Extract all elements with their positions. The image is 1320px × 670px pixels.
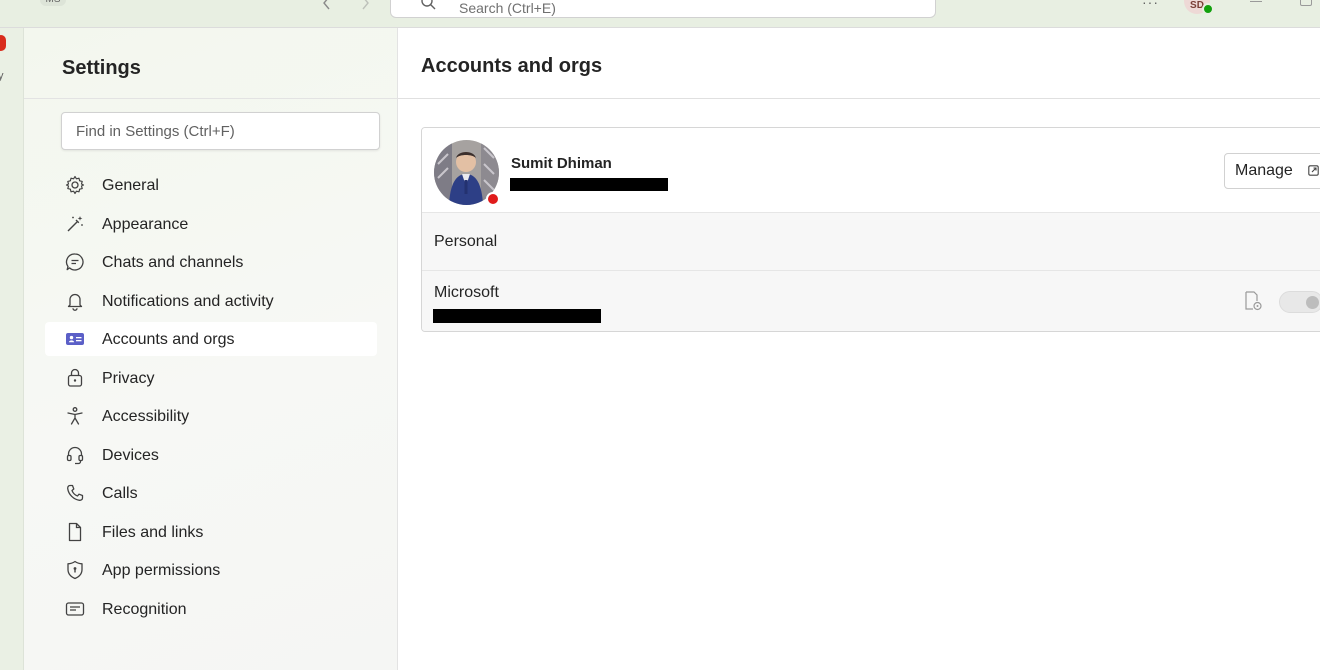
sidebar-item-appearance[interactable]: Appearance — [45, 207, 377, 241]
bell-icon — [67, 293, 83, 311]
sidebar-item-label: App permissions — [102, 562, 221, 579]
sidebar-item-label: Chats and channels — [102, 254, 244, 271]
available-status-icon — [1202, 3, 1214, 15]
sidebar-item-label: Calls — [102, 485, 138, 502]
contact-card-icon — [66, 333, 84, 345]
gear-icon — [65, 175, 85, 195]
title-bar: MS Search (Ctrl+E) ··· SD — [0, 0, 1320, 28]
sidebar-item-label: Privacy — [102, 369, 155, 387]
page-title: Accounts and orgs — [421, 55, 603, 77]
app-rail: y — [0, 28, 24, 670]
sidebar-item-label: Appearance — [102, 215, 189, 233]
chat-icon — [65, 253, 84, 271]
magic-wand-icon — [67, 215, 83, 231]
account-header: Sumit Dhiman Manage — [422, 128, 1320, 212]
redacted-email — [510, 178, 668, 191]
maximize-button[interactable] — [1300, 0, 1312, 6]
sidebar-item-label: General — [102, 177, 159, 194]
toggle-knob — [1306, 296, 1319, 309]
account-name: Sumit Dhiman — [511, 155, 612, 172]
more-options-icon[interactable]: ··· — [1142, 0, 1159, 10]
sidebar-item-label: Accounts and orgs — [102, 331, 235, 348]
forward-arrow-icon[interactable] — [358, 0, 372, 10]
sidebar-item-devices[interactable]: Devices — [45, 438, 377, 472]
divider — [24, 98, 398, 99]
minimize-button[interactable] — [1250, 0, 1262, 2]
phone-icon — [67, 484, 84, 501]
back-arrow-icon[interactable] — [320, 0, 334, 10]
sidebar-item-accounts-and-orgs[interactable]: Accounts and orgs — [45, 322, 377, 356]
account-card: Sumit Dhiman Manage Personal Microsoft — [421, 127, 1320, 332]
global-search-box[interactable]: Search (Ctrl+E) — [390, 0, 936, 18]
sidebar-item-label: Recognition — [102, 600, 187, 618]
settings-nav: General Appearance Chats and channels No… — [45, 168, 377, 630]
settings-search-input[interactable] — [61, 112, 380, 150]
org-label: Personal — [434, 233, 498, 250]
main-content: Accounts and orgs Sumit Dhiman Manage Pe… — [398, 28, 1320, 670]
sidebar-item-label: Devices — [102, 446, 159, 464]
sidebar-item-privacy[interactable]: Privacy — [45, 361, 377, 395]
headset-icon — [66, 446, 84, 464]
org-row-personal[interactable]: Personal — [422, 212, 1320, 270]
shield-icon — [67, 560, 83, 580]
device-settings-icon[interactable] — [1243, 290, 1263, 312]
sidebar-item-accessibility[interactable]: Accessibility — [45, 399, 377, 433]
sidebar-item-recognition[interactable]: Recognition — [45, 592, 377, 626]
sidebar-item-label: Notifications and activity — [102, 292, 274, 310]
redacted-org-email — [433, 309, 601, 323]
global-search-placeholder: Search (Ctrl+E) — [459, 0, 556, 16]
settings-sidebar: Settings General Appearance Chats and ch… — [24, 28, 398, 670]
org-toggle[interactable] — [1279, 291, 1320, 313]
notification-dot-icon — [0, 35, 6, 51]
sidebar-item-label: Files and links — [102, 523, 204, 541]
sidebar-item-general[interactable]: General — [45, 168, 377, 202]
org-row-microsoft[interactable]: Microsoft — [422, 270, 1320, 331]
search-icon — [421, 0, 436, 10]
open-external-icon — [1308, 165, 1319, 176]
manage-account-button[interactable]: Manage — [1224, 153, 1320, 189]
sidebar-item-label: Accessibility — [102, 408, 190, 425]
rail-item-label[interactable]: y — [0, 70, 4, 82]
divider — [398, 98, 1320, 99]
sidebar-item-app-permissions[interactable]: App permissions — [45, 553, 377, 587]
settings-title: Settings — [62, 57, 141, 79]
sidebar-item-chats-and-channels[interactable]: Chats and channels — [45, 245, 377, 279]
lock-icon — [67, 368, 83, 387]
sidebar-item-files-and-links[interactable]: Files and links — [45, 515, 377, 549]
sidebar-item-notifications[interactable]: Notifications and activity — [45, 284, 377, 318]
org-badge[interactable]: MS — [40, 0, 66, 6]
accessibility-icon — [67, 407, 83, 425]
org-label: Microsoft — [434, 284, 499, 301]
sidebar-item-calls[interactable]: Calls — [45, 476, 377, 510]
busy-status-icon — [486, 192, 500, 206]
recognition-icon — [65, 601, 85, 616]
document-icon — [68, 522, 82, 541]
